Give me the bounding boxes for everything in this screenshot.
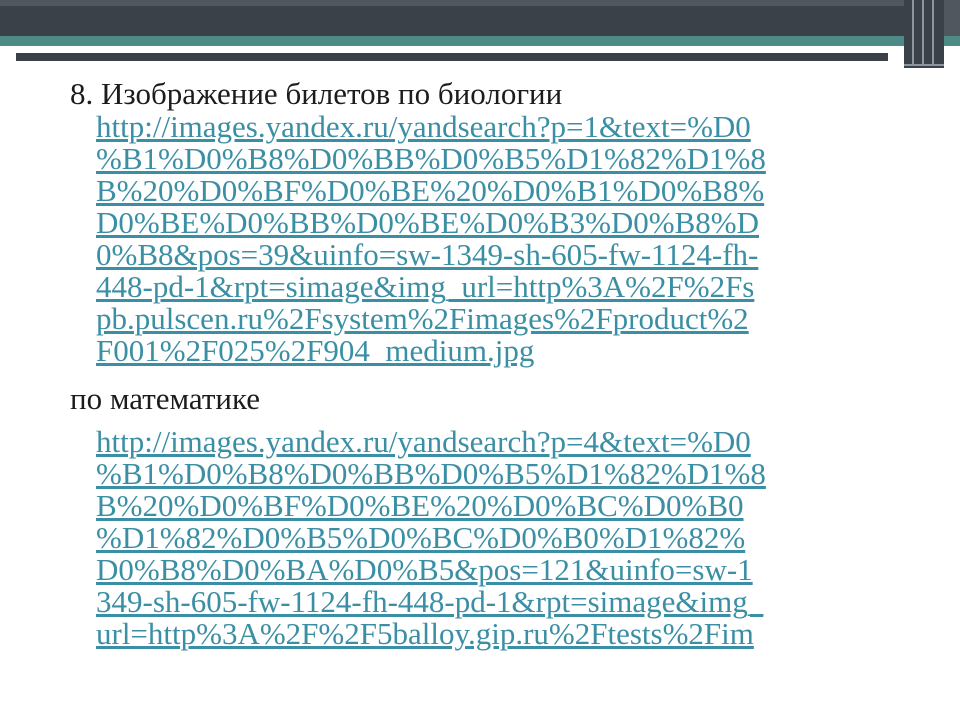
header-teal-stripe — [0, 36, 960, 46]
header-right-strip — [944, 0, 960, 36]
link-math-line[interactable]: B%20%D0%BF%D0%BE%20%D0%BC%D0%B0 — [96, 490, 910, 522]
heading-biology: 8. Изображение билетов по биологии — [70, 76, 563, 111]
link-math-line[interactable]: %B1%D0%B8%D0%BB%D0%B5%D1%82%D1%8 — [96, 458, 910, 490]
link-biology-line[interactable]: 0%B8&pos=39&uinfo=sw-1349-sh-605-fw-1124… — [96, 239, 910, 271]
link-biology[interactable]: http://images.yandex.ru/yandsearch?p=1&t… — [96, 111, 910, 367]
link-biology-line[interactable]: D0%BE%D0%BB%D0%BE%D0%B3%D0%B8%D — [96, 207, 910, 239]
link-biology-line[interactable]: %B1%D0%B8%D0%BB%D0%B5%D1%82%D1%8 — [96, 143, 910, 175]
header-accent-bar — [16, 53, 888, 61]
link-biology-line[interactable]: http://images.yandex.ru/yandsearch?p=1&t… — [96, 111, 910, 143]
link-biology-line[interactable]: pb.pulscen.ru%2Fsystem%2Fimages%2Fproduc… — [96, 303, 910, 335]
link-math[interactable]: http://images.yandex.ru/yandsearch?p=4&t… — [96, 426, 910, 650]
link-math-line[interactable]: url=http%3A%2F%2F5balloy.gip.ru%2Ftests%… — [96, 618, 910, 650]
corner-ornament-line — [912, 0, 914, 64]
link-biology-line[interactable]: B%20%D0%BF%D0%BE%20%D0%B1%D0%B8% — [96, 175, 910, 207]
link-biology-line[interactable]: F001%2F025%2F904_medium.jpg — [96, 335, 910, 367]
corner-ornament-line — [922, 0, 924, 64]
slide-body: 8. Изображение билетов по биологии http:… — [70, 78, 910, 650]
header-highlight — [0, 0, 960, 6]
slide: 8. Изображение билетов по биологии http:… — [0, 0, 960, 720]
link-math-line[interactable]: http://images.yandex.ru/yandsearch?p=4&t… — [96, 426, 910, 458]
link-biology-line[interactable]: 448-pd-1&rpt=simage&img_url=http%3A%2F%2… — [96, 271, 910, 303]
link-math-line[interactable]: D0%B8%D0%BA%D0%B5&pos=121&uinfo=sw-1 — [96, 554, 910, 586]
corner-ornament-hline — [904, 64, 944, 66]
header-corner-ornament — [904, 0, 944, 68]
link-math-line[interactable]: %D1%82%D0%B5%D0%BC%D0%B0%D1%82% — [96, 522, 910, 554]
corner-ornament-line — [932, 0, 934, 64]
link-math-line[interactable]: 349-sh-605-fw-1124-fh-448-pd-1&rpt=simag… — [96, 586, 910, 618]
heading-math: по математике — [70, 381, 261, 416]
